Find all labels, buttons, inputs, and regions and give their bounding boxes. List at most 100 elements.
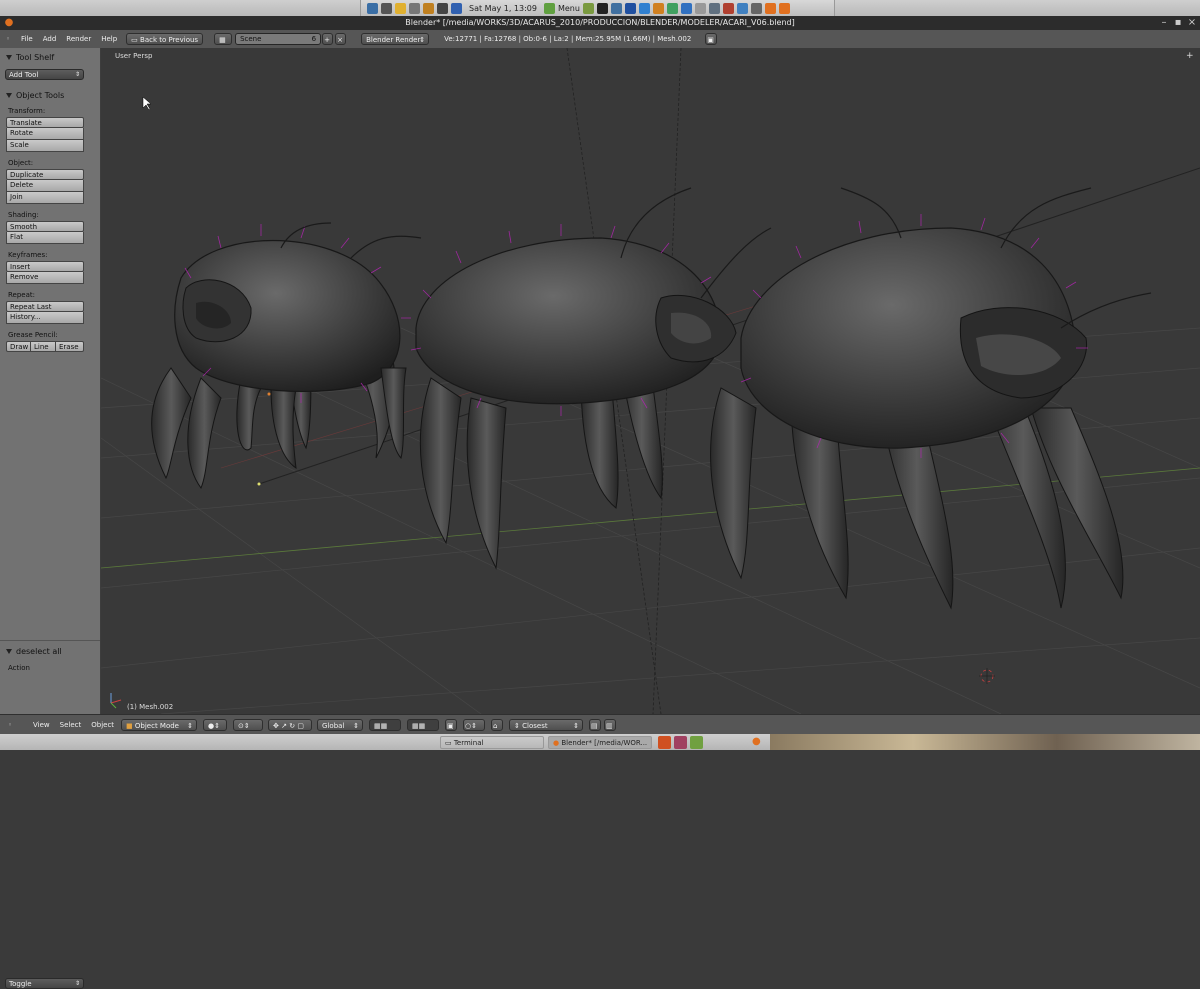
render-preview-icon[interactable]: ▤ (589, 719, 602, 731)
snap-icon[interactable]: ⌂ (491, 719, 504, 731)
report-icon[interactable]: ▣ (705, 33, 718, 45)
lock-icon[interactable] (423, 2, 434, 14)
blender-icon[interactable] (764, 2, 776, 14)
proportional-edit-icon[interactable]: ○⇕ (463, 719, 486, 731)
add-scene-icon[interactable]: + (322, 33, 334, 45)
layers-grid-2[interactable]: ▦▦ (407, 719, 440, 731)
repeat-last-button[interactable]: Repeat Last (6, 301, 84, 312)
notes-icon[interactable] (395, 2, 406, 14)
dropdown-arrow-icon: ⇕ (353, 722, 360, 730)
update-icon[interactable] (736, 2, 748, 14)
minimize-icon[interactable]: – (1158, 16, 1170, 30)
draw-button[interactable]: Draw (6, 341, 31, 352)
close-icon[interactable]: × (1186, 16, 1198, 30)
menu-view[interactable]: View (28, 721, 55, 729)
network-icon[interactable] (451, 2, 462, 14)
menu-select[interactable]: Select (55, 721, 87, 729)
gimp-icon[interactable] (708, 2, 720, 14)
mode-select[interactable]: ■ Object Mode ⇕ (121, 719, 198, 731)
collapse-icon (6, 648, 12, 654)
dropdown-arrow-icon: ⇕ (74, 980, 80, 987)
scene-stats: Ve:12771 | Fa:12768 | Ob:0-6 | La:2 | Me… (444, 35, 692, 43)
viewport-scene[interactable] (101, 48, 1200, 714)
lamp-dot (257, 482, 261, 486)
app-icon[interactable] (674, 736, 687, 749)
scene-field[interactable]: Scene 6 (235, 33, 322, 45)
snap-value: Closest (522, 722, 548, 730)
grease-pencil-label: Grease Pencil: (8, 331, 58, 339)
shading-label: Shading: (8, 211, 39, 219)
orientation-select[interactable]: Global ⇕ (317, 719, 364, 731)
line-button[interactable]: Line (31, 341, 56, 352)
editor-type-icon[interactable]: ◦ (8, 721, 28, 729)
volume-icon[interactable] (437, 2, 448, 14)
back-to-previous-button[interactable]: ▭ Back to Previous (126, 33, 204, 45)
office-icon[interactable] (652, 2, 664, 14)
screen-icon: ▭ (131, 36, 141, 44)
globe-icon[interactable] (680, 2, 692, 14)
manipulator-icons[interactable]: ✥ ↗ ↻ ▢ (268, 719, 313, 731)
app-icon[interactable] (367, 2, 378, 14)
terminal-icon[interactable] (596, 2, 608, 14)
operator-header[interactable]: deselect all (0, 644, 62, 658)
people-icon[interactable] (666, 2, 678, 14)
render-engine-select[interactable]: Blender Render ⇕ (361, 33, 430, 45)
object-tools-header[interactable]: Object Tools (0, 88, 100, 102)
monitor-icon[interactable] (610, 2, 622, 14)
menu-file[interactable]: File (16, 35, 38, 43)
erase-button[interactable]: Erase (56, 341, 84, 352)
duplicate-button[interactable]: Duplicate (6, 169, 84, 180)
maximize-icon[interactable]: ▪ (1172, 16, 1184, 30)
viewport-shading-select[interactable]: ●⇕ (203, 719, 228, 731)
menu-help[interactable]: Help (96, 35, 122, 43)
chat-icon[interactable] (638, 2, 650, 14)
clock[interactable]: Sat May 1, 13:09 (469, 4, 537, 13)
files-icon[interactable] (582, 2, 594, 14)
scale-button[interactable]: Scale (6, 140, 84, 152)
action-select[interactable]: Toggle ⇕ (5, 978, 84, 989)
properties-toggle-icon[interactable]: + (1186, 52, 1194, 61)
tool-shelf-header[interactable]: Tool Shelf (0, 50, 100, 64)
menu-object[interactable]: Object (86, 721, 119, 729)
snap-target-select[interactable]: ⇕ Closest ⇕ (509, 719, 584, 731)
inkscape-icon[interactable] (722, 2, 734, 14)
taskbar-terminal[interactable]: ▭ Terminal (440, 736, 544, 749)
browser-icon[interactable] (624, 2, 636, 14)
menu-add[interactable]: Add (38, 35, 62, 43)
menu-render[interactable]: Render (61, 35, 96, 43)
settings-icon[interactable] (750, 2, 762, 14)
taskbar-blender[interactable]: ● Blender* [/media/WOR... (548, 736, 652, 749)
pivot-select[interactable]: ⊙⇕ (233, 719, 264, 731)
scene-browse-icon[interactable]: ▦ (214, 33, 233, 45)
smooth-button[interactable]: Smooth (6, 221, 84, 232)
menu-label[interactable]: Menu (558, 4, 580, 13)
delete-scene-icon[interactable]: × (335, 33, 347, 45)
transform-label: Transform: (8, 107, 46, 115)
mite-model-1 (151, 239, 401, 490)
flat-button[interactable]: Flat (6, 232, 84, 244)
camera-icon[interactable] (694, 2, 706, 14)
insert-keyframe-button[interactable]: Insert (6, 261, 84, 272)
translate-button[interactable]: Translate (6, 117, 84, 128)
menu-icon[interactable] (543, 2, 555, 14)
blender-icon[interactable] (778, 2, 790, 14)
app-icon[interactable] (690, 736, 703, 749)
firefox-icon[interactable] (658, 736, 671, 749)
taskbar-apps (658, 736, 722, 749)
lock-layer-icon[interactable]: ▣ (445, 719, 458, 731)
layers-grid-1[interactable]: ▦▦ (369, 719, 402, 731)
delete-button[interactable]: Delete (6, 180, 84, 192)
join-button[interactable]: Join (6, 192, 84, 204)
user-icon[interactable] (409, 2, 420, 14)
rotate-button[interactable]: Rotate (6, 128, 84, 140)
3d-viewport[interactable]: User Persp (1) Mesh.002 + (101, 48, 1200, 714)
blender-tray-icon[interactable]: ● (752, 736, 764, 748)
app-icon[interactable] (381, 2, 392, 14)
render-anim-icon[interactable]: ▥ (604, 719, 617, 731)
editor-type-icon[interactable]: ◦ (6, 35, 16, 43)
add-tool-button[interactable]: Add Tool ⇕ (5, 69, 84, 80)
blender-logo-icon[interactable]: ● (3, 16, 15, 30)
snap-element-icon: ⇕ (514, 722, 523, 730)
history-button[interactable]: History... (6, 312, 84, 324)
remove-keyframe-button[interactable]: Remove (6, 272, 84, 284)
